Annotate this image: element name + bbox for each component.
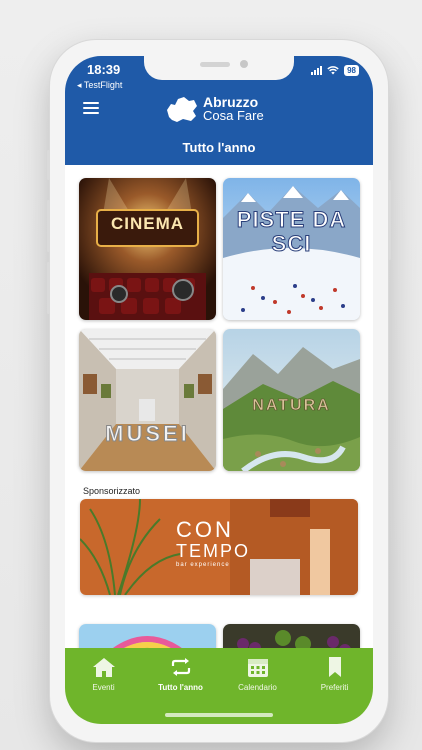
back-to-app-link[interactable]: ◂ TestFlight xyxy=(77,80,122,91)
bookmark-icon xyxy=(328,657,341,677)
volume-down-button xyxy=(47,262,50,314)
app-logo: Abruzzo Cosa Fare xyxy=(165,95,264,123)
sponsored-label: Sponsorizzato xyxy=(83,486,141,496)
app-header: 18:39 ◂ TestFlight 98 Abruzzo Cosa Fare xyxy=(65,56,373,165)
battery-indicator: 98 xyxy=(344,65,359,76)
tab-label-tutto-l-anno: Tutto l'anno xyxy=(158,683,203,692)
sponsor-logo-line1: CON xyxy=(176,517,234,542)
category-tile-musei[interactable]: MUSEI xyxy=(79,329,216,471)
tab-eventi[interactable]: Eventi xyxy=(65,656,142,724)
speaker-grille xyxy=(200,62,230,67)
front-camera xyxy=(240,60,248,68)
tab-label-calendario: Calendario xyxy=(238,683,277,692)
tab-label-preferiti: Preferiti xyxy=(320,683,349,692)
signal-icon xyxy=(311,66,323,75)
sponsored-banner[interactable]: CON TEMPO bar experience xyxy=(80,499,358,595)
home-indicator[interactable] xyxy=(165,713,273,717)
wifi-icon xyxy=(327,66,339,75)
tab-preferiti[interactable]: Preferiti xyxy=(296,656,373,724)
volume-up-button xyxy=(47,200,50,252)
cinema-image xyxy=(79,178,216,320)
home-icon xyxy=(92,658,115,677)
hamburger-icon[interactable] xyxy=(83,102,99,114)
logo-title: Abruzzo xyxy=(203,94,259,110)
repeat-icon xyxy=(171,658,190,676)
abruzzo-map-icon xyxy=(167,97,197,122)
category-tile-natura[interactable]: NATURA xyxy=(223,329,360,471)
tab-label-eventi: Eventi xyxy=(92,683,115,692)
power-button xyxy=(388,180,391,260)
status-icons: 98 xyxy=(311,65,359,76)
calendar-icon xyxy=(247,659,268,677)
museum-image xyxy=(79,329,216,471)
status-time: 18:39 xyxy=(87,62,121,77)
category-tile-piste-da-sci[interactable]: PISTE DA SCI xyxy=(223,178,360,320)
sponsor-logo-line2: TEMPO xyxy=(176,541,251,561)
category-tile-cinema[interactable]: CINEMA xyxy=(79,178,216,320)
app-screen: 18:39 ◂ TestFlight 98 Abruzzo Cosa Fare xyxy=(65,56,373,724)
tile-label-cinema: CINEMA xyxy=(110,214,185,233)
sponsor-logo-tagline: bar experience xyxy=(176,562,230,568)
sponsor-logo: CON TEMPO bar experience xyxy=(176,517,251,569)
mute-switch xyxy=(47,150,50,180)
logo-subtitle: Cosa Fare xyxy=(203,108,264,123)
tile-label-piste-da-sci: PISTE DA SCI xyxy=(236,207,347,256)
tile-label-natura: NATURA xyxy=(252,397,331,415)
notch xyxy=(144,56,294,80)
tile-label-musei: MUSEI xyxy=(105,421,190,447)
page-title: Tutto l'anno xyxy=(182,140,256,155)
